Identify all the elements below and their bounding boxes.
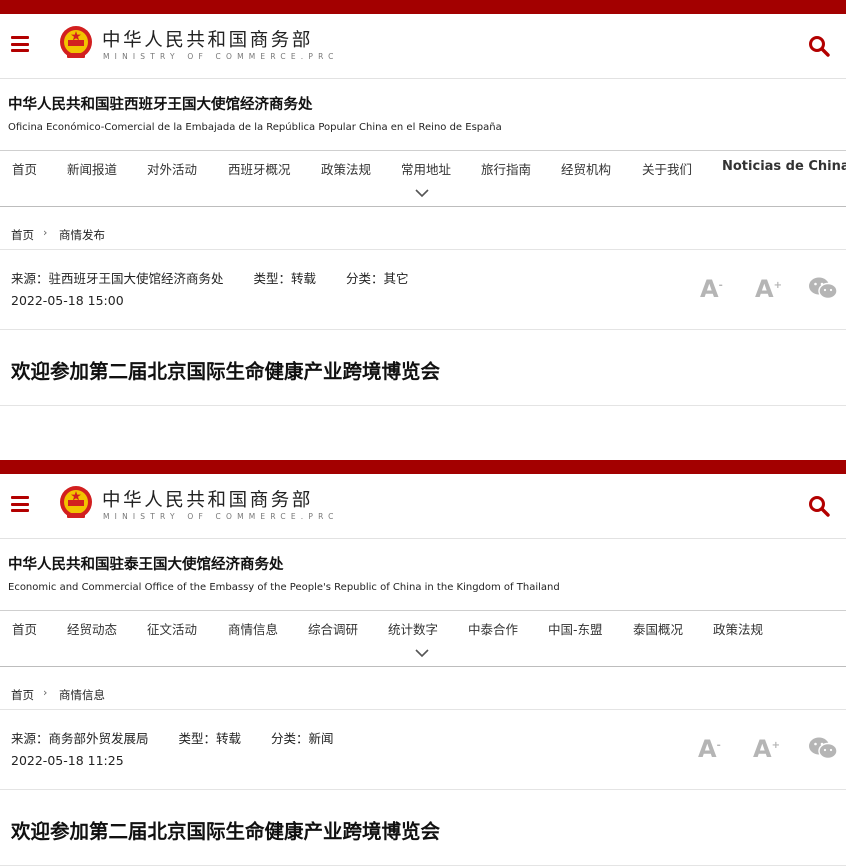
meta-category: 分类：新闻 — [271, 731, 334, 746]
breadcrumb: 首页 › 商情发布 — [0, 207, 846, 250]
nav-item-activities[interactable]: 对外活动 — [147, 159, 197, 178]
article-title: 欢迎参加第二届北京国际生命健康产业跨境博览会 — [11, 360, 441, 383]
breadcrumb-current[interactable]: 商情信息 — [59, 687, 105, 703]
brand-name-en: MINISTRY OF COMMERCE.PRC — [103, 512, 339, 521]
nav-item-about[interactable]: 关于我们 — [642, 159, 692, 178]
article-meta: 来源：商务部外贸发展局 类型：转载 分类：新闻 2022-05-18 11:25… — [0, 710, 846, 790]
meta-date: 2022-05-18 11:25 — [11, 753, 124, 768]
nav-item-home[interactable]: 首页 — [12, 159, 37, 178]
nav-item-news[interactable]: 新闻报道 — [67, 159, 117, 178]
page-capture-thailand: 中华人民共和国商务部 MINISTRY OF COMMERCE.PRC 中华人民… — [0, 460, 846, 866]
brand-name-cn[interactable]: 中华人民共和国商务部 — [102, 486, 313, 512]
font-smaller-label: A — [698, 735, 717, 763]
site-header: 中华人民共和国商务部 MINISTRY OF COMMERCE.PRC — [0, 474, 846, 539]
breadcrumb: 首页 › 商情信息 — [0, 667, 846, 710]
nav-item-policies[interactable]: 政策法规 — [321, 159, 371, 178]
nav-item-research[interactable]: 综合调研 — [308, 619, 358, 638]
nav-item-home[interactable]: 首页 — [12, 619, 37, 638]
meta-type: 类型：转载 — [253, 271, 317, 286]
office-heading: 中华人民共和国驻泰王国大使馆经济商务处 Economic and Commerc… — [0, 539, 846, 611]
nav-item-cooperation[interactable]: 中泰合作 — [468, 619, 518, 638]
meta-source: 来源：驻西班牙王国大使馆经济商务处 — [11, 271, 224, 286]
font-smaller-button[interactable]: A- — [698, 735, 721, 763]
font-smaller-label: A — [700, 275, 719, 303]
font-larger-mark: + — [773, 280, 782, 291]
meta-category: 分类：其它 — [346, 271, 409, 286]
article-title-section: 欢迎参加第二届北京国际生命健康产业跨境博览会 — [0, 330, 846, 406]
office-name-cn: 中华人民共和国驻西班牙王国大使馆经济商务处 — [8, 97, 313, 113]
font-smaller-mark: - — [718, 280, 723, 291]
meta-type: 类型：转载 — [178, 731, 242, 746]
national-emblem-icon — [60, 486, 92, 518]
nav-item-country-overview[interactable]: 泰国概况 — [633, 619, 683, 638]
national-emblem-icon — [60, 26, 92, 58]
breadcrumb-home[interactable]: 首页 — [11, 227, 34, 243]
nav-item-china-asean[interactable]: 中国-东盟 — [548, 619, 603, 638]
office-heading: 中华人民共和国驻西班牙王国大使馆经济商务处 Oficina Económico-… — [0, 79, 846, 151]
chevron-down-icon[interactable] — [414, 647, 430, 659]
article-title: 欢迎参加第二届北京国际生命健康产业跨境博览会 — [11, 820, 441, 843]
chevron-down-icon[interactable] — [414, 187, 430, 199]
nav-item-trade-news[interactable]: 经贸动态 — [67, 619, 117, 638]
search-icon[interactable] — [808, 495, 830, 517]
meta-source: 来源：商务部外贸发展局 — [11, 731, 149, 746]
site-header: 中华人民共和国商务部 MINISTRY OF COMMERCE.PRC — [0, 14, 846, 79]
font-larger-mark: + — [771, 740, 780, 751]
nav-item-country-overview[interactable]: 西班牙概况 — [228, 159, 291, 178]
font-larger-button[interactable]: A+ — [753, 735, 780, 763]
font-larger-label: A — [755, 275, 774, 303]
font-smaller-mark: - — [716, 740, 721, 751]
wechat-share-icon[interactable] — [808, 736, 838, 760]
brand-name-cn[interactable]: 中华人民共和国商务部 — [102, 26, 313, 52]
font-larger-label: A — [753, 735, 772, 763]
hamburger-icon[interactable] — [11, 36, 29, 52]
nav-item-business-info[interactable]: 商情信息 — [228, 619, 278, 638]
nav-item-essay-contest[interactable]: 征文活动 — [147, 619, 197, 638]
brand-name-en: MINISTRY OF COMMERCE.PRC — [103, 52, 339, 61]
hamburger-icon[interactable] — [11, 496, 29, 512]
search-icon[interactable] — [808, 35, 830, 57]
wechat-share-icon[interactable] — [808, 276, 838, 300]
breadcrumb-home[interactable]: 首页 — [11, 687, 34, 703]
article-title-section: 欢迎参加第二届北京国际生命健康产业跨境博览会 — [0, 790, 846, 866]
article-meta: 来源：驻西班牙王国大使馆经济商务处 类型：转载 分类：其它 2022-05-18… — [0, 250, 846, 330]
top-red-bar — [0, 460, 846, 474]
nav-item-statistics[interactable]: 统计数字 — [388, 619, 438, 638]
breadcrumb-current[interactable]: 商情发布 — [59, 227, 105, 243]
nav-item-travel-guide[interactable]: 旅行指南 — [481, 159, 531, 178]
office-name-foreign: Economic and Commercial Office of the Em… — [8, 582, 560, 593]
nav-item-trade-institutions[interactable]: 经贸机构 — [561, 159, 611, 178]
breadcrumb-separator: › — [43, 686, 48, 699]
nav-item-addresses[interactable]: 常用地址 — [401, 159, 451, 178]
font-smaller-button[interactable]: A- — [700, 275, 723, 303]
main-nav: 首页 经贸动态 征文活动 商情信息 综合调研 统计数字 中泰合作 中国-东盟 泰… — [0, 611, 846, 667]
meta-date: 2022-05-18 15:00 — [11, 293, 124, 308]
office-name-cn: 中华人民共和国驻泰王国大使馆经济商务处 — [8, 557, 284, 573]
nav-item-noticias[interactable]: Noticias de China — [722, 159, 846, 174]
top-red-bar — [0, 0, 846, 14]
nav-item-policies[interactable]: 政策法规 — [713, 619, 763, 638]
font-larger-button[interactable]: A+ — [755, 275, 782, 303]
main-nav: 首页 新闻报道 对外活动 西班牙概况 政策法规 常用地址 旅行指南 经贸机构 关… — [0, 151, 846, 207]
page-capture-spain: 中华人民共和国商务部 MINISTRY OF COMMERCE.PRC 中华人民… — [0, 0, 846, 406]
office-name-foreign: Oficina Económico-Comercial de la Embaja… — [8, 122, 502, 133]
breadcrumb-separator: › — [43, 226, 48, 239]
